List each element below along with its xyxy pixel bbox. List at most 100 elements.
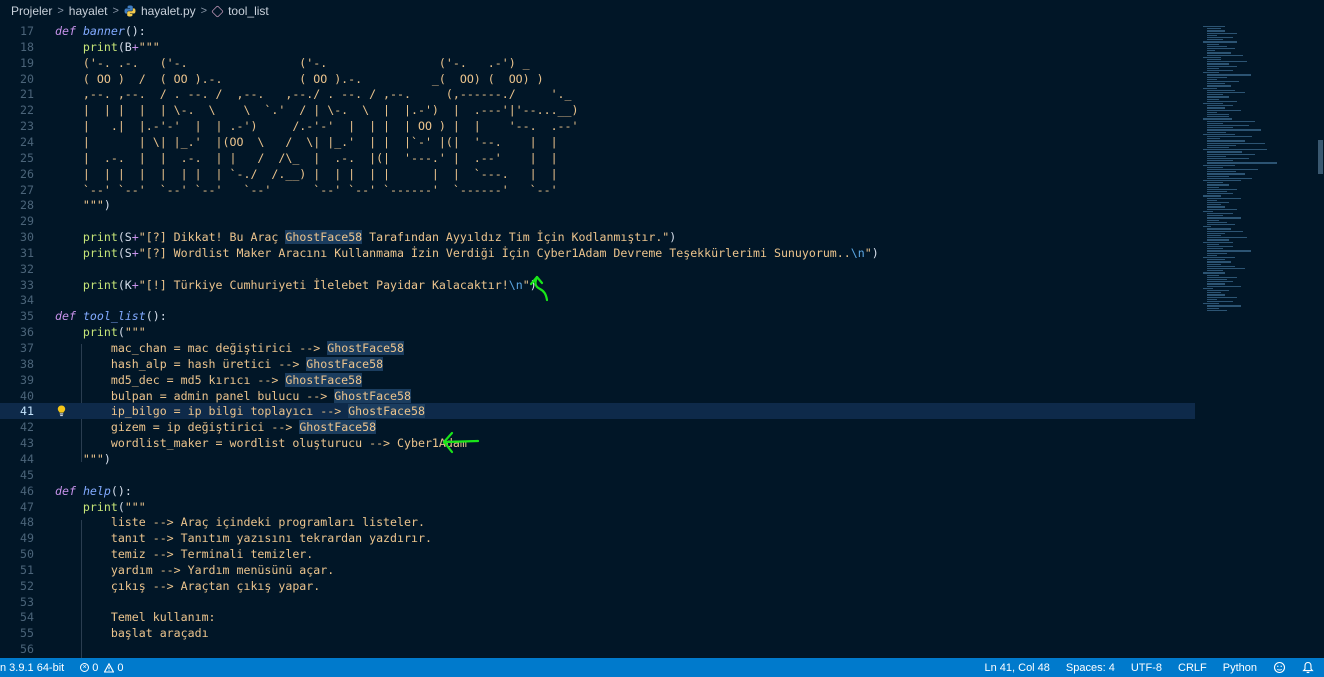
code-line[interactable]: 48 liste --> Araç içindeki programları l… — [0, 514, 1195, 530]
code-token: GhostFace58 — [285, 372, 363, 387]
code-line[interactable]: 38 hash_alp = hash üretici --> GhostFace… — [0, 356, 1195, 372]
code-line[interactable]: 50 temiz --> Terminali temizler. — [0, 546, 1195, 562]
code-line[interactable]: 36 print(""" — [0, 324, 1195, 340]
minimap-line — [1207, 125, 1249, 127]
code-token: ip_bilgo = ip bilgi toplayıcı --> — [55, 404, 349, 419]
code-line[interactable]: 49 tanıt --> Tanıtım yazısını tekrardan … — [0, 530, 1195, 546]
code-line[interactable]: 41 ip_bilgo = ip bilgi toplayıcı --> Gho… — [0, 403, 1195, 420]
code-line[interactable]: 22 | | | | | \-. \ \ `.' / | \-. \ | |.-… — [0, 102, 1195, 118]
code-line[interactable]: 32 — [0, 261, 1195, 277]
code-editor[interactable]: 17 def banner(): 18 print(B+""" 19 ('-. .-.… — [0, 22, 1195, 658]
code-line[interactable]: 27 `--' `--' `--' `--' `--' `--' `--' `-… — [0, 182, 1195, 198]
line-number: 56 — [20, 642, 34, 657]
code-text: | .-. | | .-. | | / /\_ | .-. |(| '---.'… — [55, 150, 558, 166]
code-token: GhostFace58 — [306, 356, 384, 371]
code-line[interactable]: 45 — [0, 467, 1195, 483]
bell-icon[interactable] — [1302, 661, 1314, 674]
breadcrumb-item-subfolder[interactable]: hayalet — [69, 4, 108, 18]
minimap-line — [1207, 301, 1233, 303]
code-line[interactable]: 54 Temel kullanım: — [0, 609, 1195, 625]
code-token: | | \| |_.' |(OO \ / \| |_.' | | |`-' |(… — [55, 134, 558, 149]
code-token: ( — [117, 499, 125, 514]
code-line[interactable]: 21 ,--. ,--. / . --. / ,--. ,--./ . --. … — [0, 86, 1195, 102]
code-line[interactable]: 19 ('-. .-. ('-. ('-. ('-. .-') _ — [0, 55, 1195, 71]
code-token: "[?] Wordlist Maker Aracını Kullanmama İ… — [138, 245, 851, 260]
code-text: print(""" — [55, 324, 146, 340]
minimap-line — [1207, 184, 1229, 186]
code-token: """ — [124, 325, 146, 340]
code-line[interactable]: 53 — [0, 594, 1195, 610]
code-line[interactable]: 51 yardım --> Yardım menüsünü açar. — [0, 562, 1195, 578]
code-line[interactable]: 23 | .| |.-'-' | | .-') /.-'-' | | | | O… — [0, 118, 1195, 134]
code-line[interactable]: 52 çıkış --> Araçtan çıkış yapar. — [0, 578, 1195, 594]
code-token: çıkış --> Araçtan çıkış yapar. — [55, 578, 321, 593]
code-line[interactable]: 34 — [0, 292, 1195, 308]
code-token: `--' `--' `--' `--' `--' `--' `--' `----… — [55, 182, 558, 197]
lightbulb-icon[interactable] — [57, 405, 66, 417]
cursor-position[interactable]: Ln 41, Col 48 — [984, 662, 1049, 674]
code-line[interactable]: 18 print(B+""" — [0, 39, 1195, 55]
minimap-line — [1207, 116, 1230, 118]
minimap-line — [1207, 59, 1221, 61]
minimap-line — [1203, 195, 1221, 197]
code-line[interactable]: 43 wordlist_maker = wordlist oluşturucu … — [0, 435, 1195, 451]
code-token: | .| |.-'-' | | .-') /.-'-' | | | | OO )… — [55, 119, 579, 134]
code-line[interactable]: 39 md5_dec = md5 kırıcı --> GhostFace58 — [0, 372, 1195, 388]
code-line[interactable]: 26 | | | | | | | | `-./ /.__) | | | | | … — [0, 166, 1195, 182]
code-line[interactable]: 40 bulpan = admin panel bulucu --> Ghost… — [0, 388, 1195, 404]
code-line[interactable]: 47 print(""" — [0, 499, 1195, 515]
minimap-line — [1207, 177, 1252, 180]
code-token: gizem = ip değiştirici --> — [55, 420, 300, 435]
minimap-line — [1207, 43, 1219, 45]
line-number: 50 — [20, 547, 34, 562]
minimap-line — [1207, 193, 1233, 195]
code-line[interactable]: 28 """) — [0, 197, 1195, 213]
code-text: def banner(): — [55, 23, 146, 39]
python-interpreter-indicator[interactable]: n 3.9.1 64-bit — [0, 662, 64, 674]
breadcrumb-item-symbol[interactable]: tool_list — [228, 4, 269, 18]
code-line[interactable]: 44 """) — [0, 451, 1195, 467]
breadcrumb-item-folder[interactable]: Projeler — [11, 4, 52, 18]
code-line[interactable]: 46 def help(): — [0, 483, 1195, 499]
minimap-line — [1207, 215, 1223, 217]
minimap-line — [1203, 164, 1235, 166]
line-number: 49 — [20, 531, 34, 546]
code-text: başlat araçadı — [55, 625, 209, 641]
line-number: 19 — [20, 55, 34, 70]
minimap-line — [1207, 259, 1225, 261]
encoding-setting[interactable]: UTF-8 — [1131, 662, 1162, 674]
line-ending-setting[interactable]: CRLF — [1178, 662, 1207, 674]
problems-indicator[interactable]: × 0 0 — [80, 662, 123, 674]
code-text: mac_chan = mac değiştirici --> GhostFace… — [55, 340, 405, 356]
code-line[interactable]: 55 başlat araçadı — [0, 625, 1195, 641]
minimap[interactable] — [1195, 22, 1324, 658]
code-line[interactable]: 30 print(S+"[?] Dikkat! Bu Araç GhostFac… — [0, 229, 1195, 245]
code-line[interactable]: 33 print(K+"[!] Türkiye Cumhuriyeti İlel… — [0, 277, 1195, 293]
feedback-icon[interactable] — [1273, 661, 1286, 674]
code-token: md5_dec = md5 kırıcı --> — [55, 372, 286, 387]
scrollbar-thumb[interactable] — [1318, 140, 1323, 174]
code-line[interactable]: 17 def banner(): — [0, 23, 1195, 39]
code-line[interactable]: 35 def tool_list(): — [0, 308, 1195, 324]
code-token: + — [131, 277, 139, 292]
language-mode[interactable]: Python — [1223, 662, 1257, 674]
code-line[interactable]: 24 | | \| |_.' |(OO \ / \| |_.' | | |`-'… — [0, 134, 1195, 150]
code-token: """ — [138, 39, 160, 54]
code-line[interactable]: 25 | .-. | | .-. | | / /\_ | .-. |(| '--… — [0, 150, 1195, 166]
minimap-line — [1207, 254, 1217, 257]
code-line[interactable]: 20 ( OO ) / ( OO ).-. ( OO ).-. _( OO) (… — [0, 71, 1195, 87]
code-token: hash_alp = hash üretici --> — [55, 356, 307, 371]
minimap-line — [1207, 122, 1223, 125]
code-line[interactable]: 42 gizem = ip değiştirici --> GhostFace5… — [0, 419, 1195, 435]
minimap-line — [1207, 166, 1223, 169]
code-line[interactable]: 37 mac_chan = mac değiştirici --> GhostF… — [0, 340, 1195, 356]
error-count: 0 — [92, 661, 99, 674]
code-line[interactable]: 29 — [0, 213, 1195, 229]
code-line[interactable]: 56 — [0, 641, 1195, 657]
indentation-setting[interactable]: Spaces: 4 — [1066, 662, 1115, 674]
minimap-line — [1207, 265, 1235, 268]
code-line[interactable]: 31 print(S+"[?] Wordlist Maker Aracını K… — [0, 245, 1195, 261]
breadcrumb-item-file[interactable]: hayalet.py — [141, 4, 196, 18]
minimap-line — [1207, 67, 1219, 70]
